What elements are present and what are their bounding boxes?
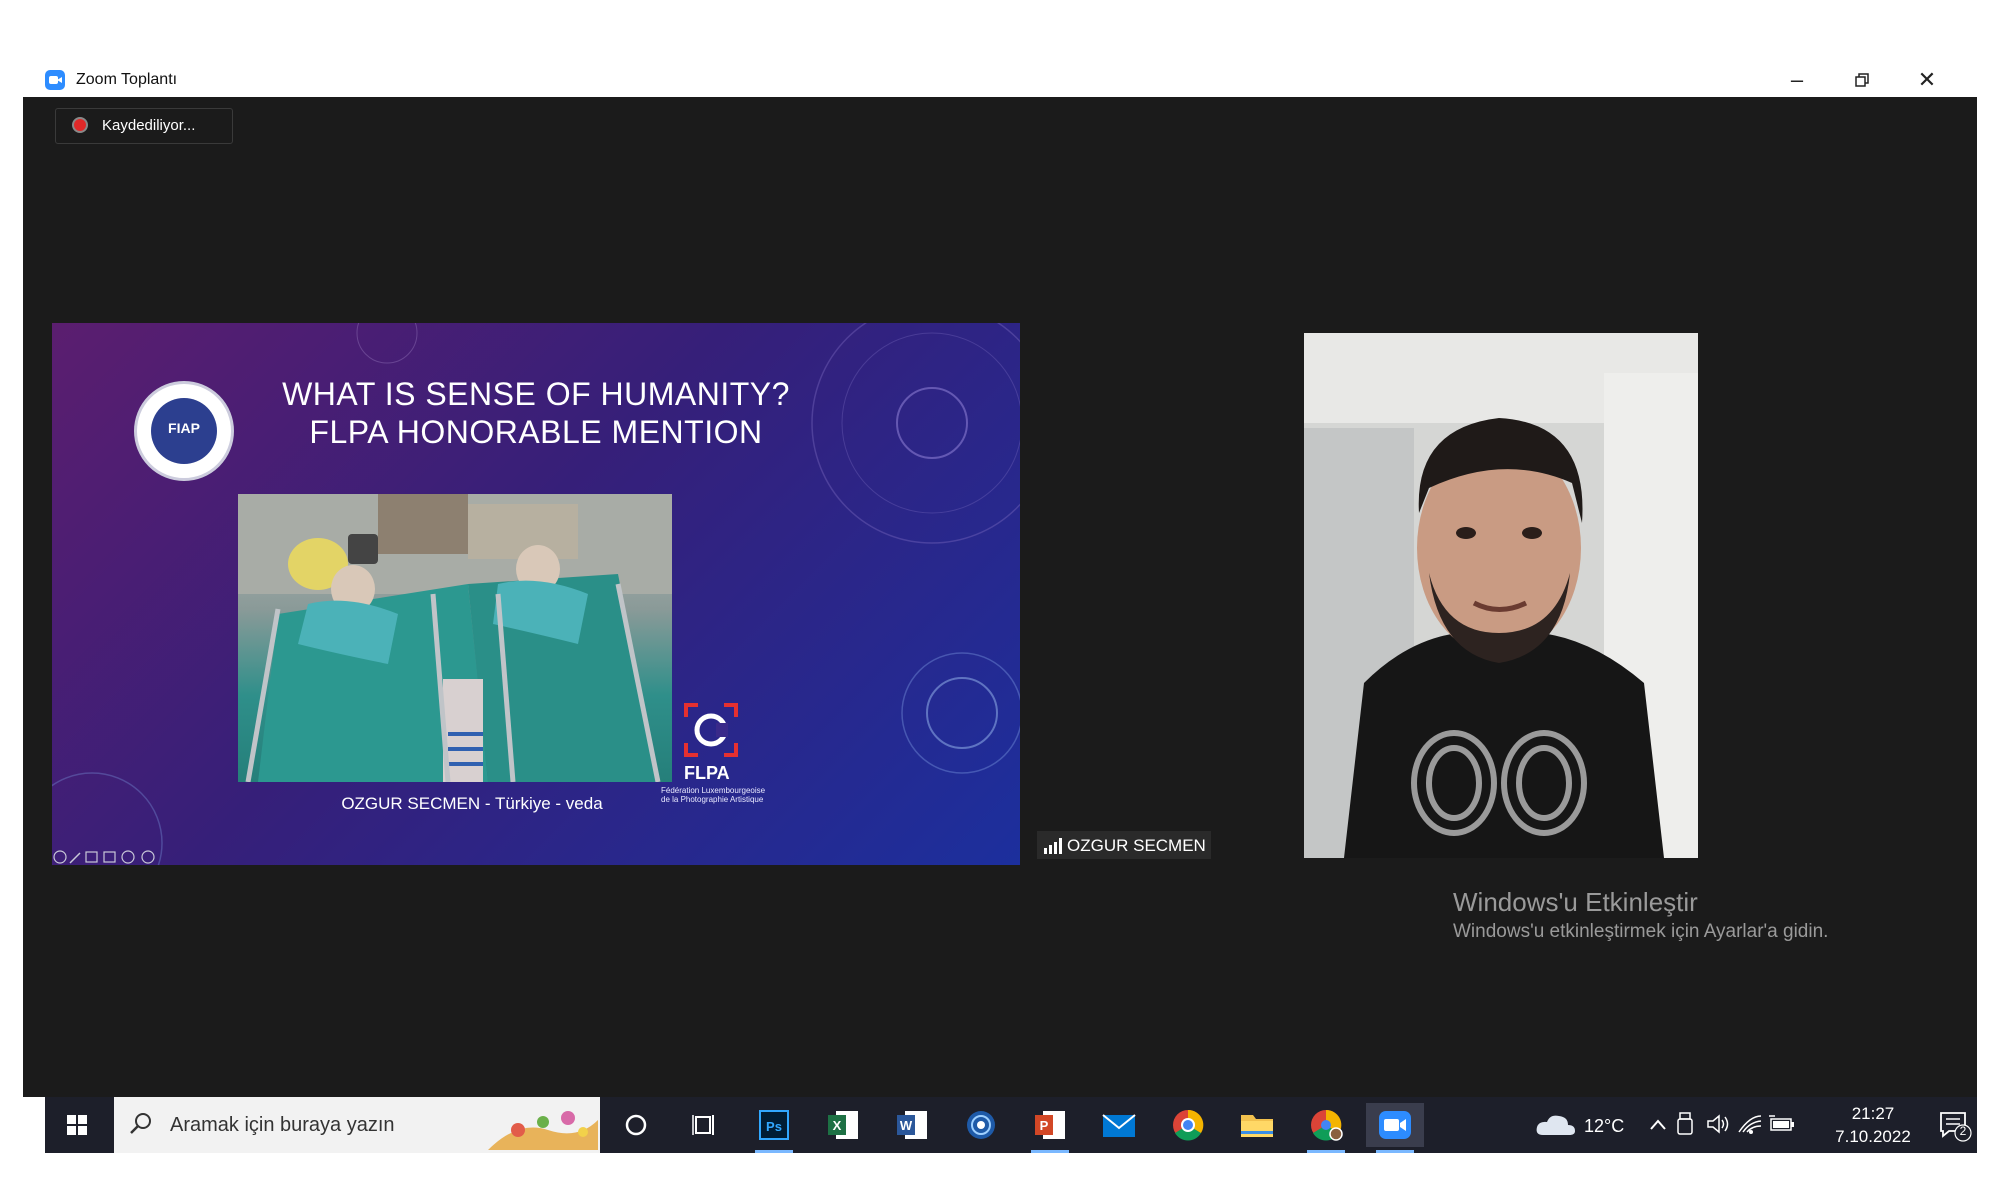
- minimize-button[interactable]: –: [1775, 66, 1819, 94]
- restore-icon: [1855, 73, 1869, 87]
- taskbar-network-app[interactable]: [952, 1103, 1010, 1147]
- record-icon: [74, 119, 86, 131]
- word-icon: W: [897, 1111, 927, 1139]
- slide-title: WHAT IS SENSE OF HUMANITY? FLPA HONORABL…: [52, 375, 1020, 451]
- taskbar-chrome-profile[interactable]: [1297, 1103, 1355, 1153]
- restore-button[interactable]: [1840, 66, 1884, 94]
- window-title: Zoom Toplantı: [76, 71, 178, 88]
- taskbar-file-explorer[interactable]: [1228, 1103, 1286, 1147]
- zoom-icon: [1379, 1111, 1411, 1139]
- recording-label: Kaydediliyor...: [102, 117, 196, 134]
- start-button[interactable]: [45, 1097, 109, 1153]
- chrome-icon: [1173, 1109, 1204, 1141]
- taskbar-zoom[interactable]: [1366, 1103, 1424, 1153]
- slide-controls[interactable]: [52, 849, 162, 865]
- chrome-profile-icon: [1311, 1109, 1343, 1141]
- weather-temperature[interactable]: 12°C: [1584, 1116, 1624, 1137]
- windows-logo-icon: [67, 1115, 87, 1135]
- participant-video[interactable]: [1304, 333, 1698, 858]
- search-highlight-icon: [488, 1111, 598, 1150]
- taskbar-photoshop[interactable]: Ps: [745, 1103, 803, 1153]
- svg-text:Ps: Ps: [766, 1119, 782, 1134]
- task-view-button[interactable]: [676, 1103, 734, 1147]
- chevron-up-icon[interactable]: [1648, 1115, 1668, 1135]
- volume-icon[interactable]: [1705, 1112, 1731, 1136]
- svg-text:X: X: [833, 1118, 842, 1133]
- battery-icon[interactable]: [1767, 1112, 1797, 1136]
- notification-count: 2: [1959, 1124, 1967, 1138]
- flpa-logo-icon: [684, 703, 738, 757]
- mail-icon: [1102, 1114, 1136, 1137]
- flpa-name: FLPA: [684, 763, 730, 783]
- participant-name: OZGUR SECMEN: [1067, 836, 1206, 855]
- search-placeholder: Aramak için buraya yazın: [170, 1114, 395, 1136]
- svg-text:P: P: [1040, 1118, 1049, 1133]
- activation-message: Windows'u etkinleştirmek için Ayarlar'a …: [1453, 921, 1829, 942]
- participant-name-label: OZGUR SECMEN: [1037, 831, 1211, 859]
- recording-indicator[interactable]: Kaydediliyor...: [55, 108, 233, 144]
- zoom-app-icon: [45, 70, 65, 90]
- taskbar-search[interactable]: Aramak için buraya yazın: [114, 1097, 600, 1153]
- participant-video-icon: [1304, 333, 1698, 858]
- window-title-bar[interactable]: Zoom Toplantı – ✕: [45, 62, 1985, 98]
- slide-control-icons[interactable]: [52, 849, 162, 865]
- slide-title-line1: WHAT IS SENSE OF HUMANITY?: [282, 376, 790, 412]
- cortana-icon: [625, 1114, 647, 1136]
- taskbar-mail[interactable]: [1090, 1103, 1148, 1147]
- slide-title-line2: FLPA HONORABLE MENTION: [309, 414, 763, 450]
- notification-center-button[interactable]: 2: [1937, 1109, 1973, 1143]
- cortana-button[interactable]: [607, 1103, 665, 1147]
- flpa-logo: [684, 703, 738, 757]
- file-explorer-icon: [1241, 1115, 1273, 1137]
- usb-device-icon[interactable]: [1675, 1111, 1695, 1137]
- clock-date[interactable]: 7.10.2022: [1828, 1127, 1918, 1147]
- clock-time[interactable]: 21:27: [1838, 1104, 1908, 1124]
- hospital-beds-photo-icon: [238, 494, 672, 782]
- signal-strength-icon: [1044, 838, 1062, 854]
- powerpoint-icon: P: [1035, 1111, 1065, 1139]
- slide-photo: [238, 494, 672, 782]
- taskbar: Aramak için buraya yazın Ps X W P 12°C 2…: [45, 1097, 1977, 1153]
- activation-title: Windows'u Etkinleştir: [1453, 887, 1698, 917]
- close-button[interactable]: ✕: [1905, 66, 1949, 94]
- shared-slide: FIAP WHAT IS SENSE OF HUMANITY? FLPA HON…: [52, 323, 1020, 865]
- task-view-icon: [692, 1115, 714, 1135]
- excel-icon: X: [828, 1111, 858, 1139]
- taskbar-excel[interactable]: X: [814, 1103, 872, 1147]
- search-icon: [130, 1113, 151, 1134]
- photo-caption: OZGUR SECMEN - Türkiye - veda: [341, 794, 603, 813]
- taskbar-chrome[interactable]: [1159, 1103, 1217, 1147]
- photoshop-icon: Ps: [759, 1110, 789, 1140]
- weather-cloud-icon[interactable]: [1535, 1111, 1579, 1139]
- network-app-icon: [967, 1111, 995, 1139]
- taskbar-word[interactable]: W: [883, 1103, 941, 1147]
- meeting-view: Kaydediliyor... FIAP WHAT IS SENSE OF HU…: [23, 97, 1977, 1097]
- taskbar-powerpoint[interactable]: P: [1021, 1103, 1079, 1153]
- svg-text:W: W: [900, 1118, 913, 1133]
- wifi-icon[interactable]: [1737, 1112, 1763, 1136]
